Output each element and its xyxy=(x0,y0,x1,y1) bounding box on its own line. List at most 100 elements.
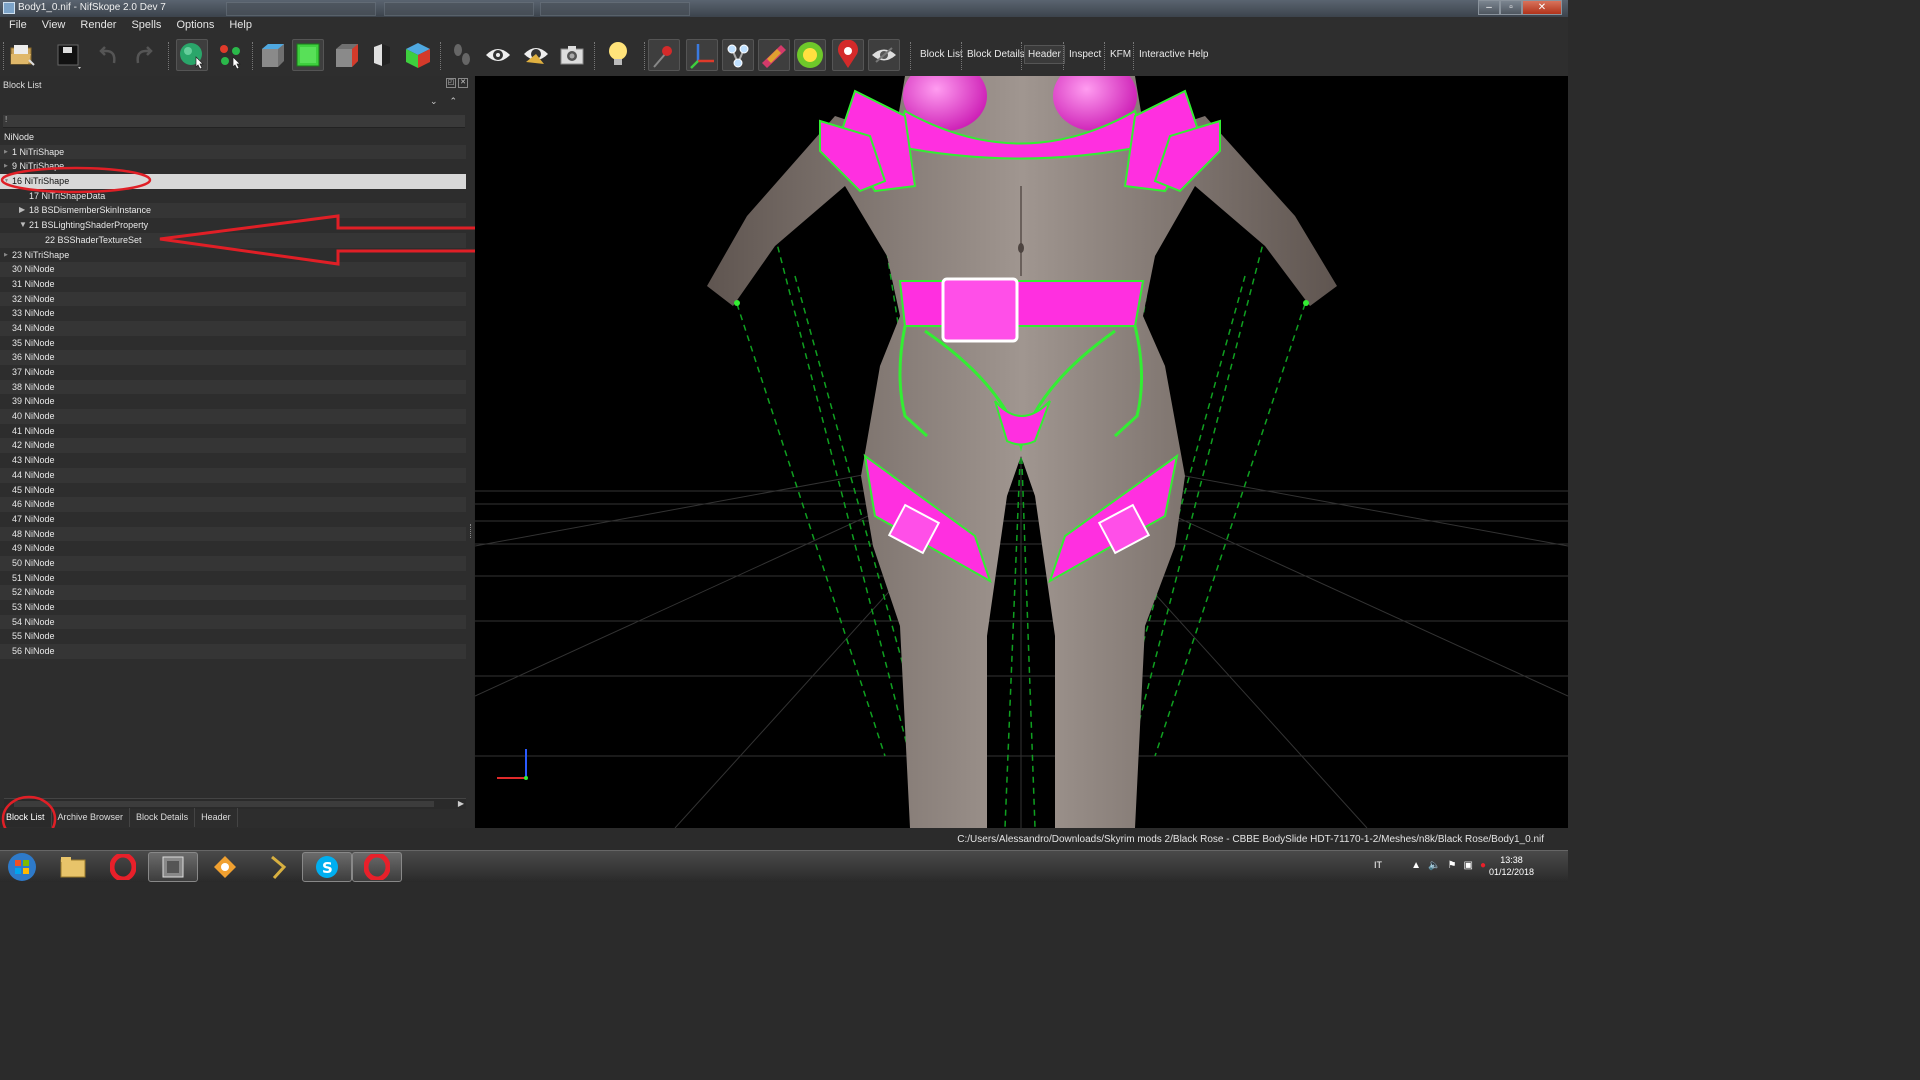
open-icon[interactable] xyxy=(6,39,38,71)
location-icon[interactable] xyxy=(832,39,864,71)
select-object-icon[interactable] xyxy=(176,39,208,71)
dock-splitter[interactable] xyxy=(470,524,474,538)
skype-icon[interactable]: S xyxy=(302,852,352,882)
tree-row[interactable]: 38 NiNode xyxy=(0,379,466,395)
tab-archive-browser[interactable]: Archive Browser xyxy=(52,808,131,827)
tree-row[interactable]: 22 BSShaderTextureSet xyxy=(0,232,466,248)
tree-row[interactable]: 32 NiNode xyxy=(0,291,466,307)
tree-row[interactable]: 39 NiNode xyxy=(0,394,466,409)
volume-icon[interactable]: 🔈 xyxy=(1428,860,1440,871)
toolbar-link-block-details[interactable]: Block Details xyxy=(967,49,1025,60)
opera-icon[interactable] xyxy=(98,852,148,882)
tree-row[interactable]: 31 NiNode xyxy=(0,277,466,292)
chevron-up-icon[interactable]: ▲ xyxy=(1411,860,1421,871)
tree-row[interactable]: 36 NiNode xyxy=(0,350,466,365)
clock[interactable]: 13:38 01/12/2018 xyxy=(1489,854,1534,878)
bodyslide-icon[interactable] xyxy=(200,852,250,882)
block-filter-input[interactable]: ! xyxy=(3,115,465,128)
screenshot-icon[interactable] xyxy=(556,39,588,71)
collapse-arrow-icon[interactable]: ▶ xyxy=(4,248,8,262)
menu-render[interactable]: Render xyxy=(71,17,122,36)
tree-row[interactable]: ▼ 21 BSLightingShaderProperty xyxy=(0,218,466,233)
redo-icon[interactable] xyxy=(128,39,160,71)
undo-icon[interactable] xyxy=(92,39,124,71)
tree-row[interactable]: 52 NiNode xyxy=(0,585,466,600)
tab-header[interactable]: Header xyxy=(195,808,238,827)
collapse-arrow-icon[interactable]: ▶ xyxy=(4,159,8,173)
select-vertex-icon[interactable] xyxy=(214,39,246,71)
toolbar-link-inspect[interactable]: Inspect xyxy=(1069,49,1101,60)
chevron-up-icon[interactable]: ⌃ xyxy=(450,96,458,107)
tab-block-details[interactable]: Block Details xyxy=(130,808,196,827)
tree-row[interactable]: 41 NiNode xyxy=(0,424,466,439)
collapse-arrow-icon[interactable]: ▶ xyxy=(4,145,8,159)
language-indicator[interactable]: IT xyxy=(1374,860,1382,870)
winamp-icon[interactable] xyxy=(254,852,304,882)
tree-row[interactable]: ▶ 9 NiTriShape xyxy=(0,159,466,174)
tree-row[interactable]: 51 NiNode xyxy=(0,571,466,586)
scene-render[interactable] xyxy=(475,76,1568,828)
opera-icon[interactable] xyxy=(352,852,402,882)
visibility-icon[interactable] xyxy=(868,39,900,71)
render-viewport[interactable] xyxy=(475,76,1568,828)
constraints-icon[interactable] xyxy=(722,39,754,71)
scrollbar-thumb[interactable] xyxy=(14,801,434,807)
float-icon[interactable]: ◰ xyxy=(446,78,456,88)
view-flip-icon[interactable] xyxy=(366,39,398,71)
toolbar-link-interactive-help[interactable]: Interactive Help xyxy=(1139,49,1208,60)
tree-row[interactable]: 49 NiNode xyxy=(0,541,466,556)
walk-icon[interactable] xyxy=(446,39,478,71)
tree-row[interactable]: 45 NiNode xyxy=(0,483,466,498)
tab-block-list[interactable]: Block List xyxy=(0,808,52,827)
nifskope-icon[interactable] xyxy=(148,852,198,882)
tree-row[interactable]: 55 NiNode xyxy=(0,629,466,644)
tree-row[interactable]: ▼ 16 NiTriShape xyxy=(0,174,466,189)
menu-spells[interactable]: Spells xyxy=(122,17,167,36)
tree-row[interactable]: 46 NiNode xyxy=(0,497,466,512)
light-sphere-icon[interactable] xyxy=(794,39,826,71)
menu-help[interactable]: Help xyxy=(220,17,258,36)
show-hidden-icon[interactable] xyxy=(482,39,514,71)
tree-row[interactable]: 40 NiNode xyxy=(0,409,466,424)
flag-icon[interactable]: ⚑ xyxy=(1448,860,1457,871)
close-icon[interactable]: ✕ xyxy=(1522,0,1562,15)
expand-arrow-icon[interactable]: ▼ xyxy=(19,218,27,232)
tree-row[interactable]: 43 NiNode xyxy=(0,453,466,468)
menu-file[interactable]: File xyxy=(0,17,33,36)
collapse-arrow-icon[interactable]: ▶ xyxy=(19,203,25,217)
toolbar-link-kfm[interactable]: KFM xyxy=(1110,49,1131,60)
menu-options[interactable]: Options xyxy=(167,17,220,36)
node-pin-icon[interactable] xyxy=(648,39,680,71)
start-icon[interactable] xyxy=(2,852,42,882)
scroll-right-icon[interactable]: ▶ xyxy=(458,799,464,808)
view-side-icon[interactable] xyxy=(330,39,362,71)
tree-row[interactable]: 30 NiNode xyxy=(0,262,466,277)
view-user-icon[interactable] xyxy=(402,39,434,71)
axes-icon[interactable] xyxy=(686,39,718,71)
collision-icon[interactable] xyxy=(758,39,790,71)
toolbar-link-header[interactable]: Header xyxy=(1024,45,1065,64)
network-icon[interactable]: ▣ xyxy=(1464,860,1473,871)
tree-row[interactable]: 33 NiNode xyxy=(0,306,466,321)
toolbar-link-block-list[interactable]: Block List xyxy=(920,49,963,60)
tree-row[interactable]: 53 NiNode xyxy=(0,600,466,615)
close-icon[interactable]: ✕ xyxy=(458,78,468,88)
view-front-icon[interactable] xyxy=(292,39,324,71)
tree-row[interactable]: NiNode xyxy=(0,130,466,145)
save-icon[interactable] xyxy=(52,39,84,71)
tree-row[interactable]: 37 NiNode xyxy=(0,365,466,380)
tree-row[interactable]: ▶ 23 NiTriShape xyxy=(0,248,466,263)
tree-row[interactable]: 17 NiTriShapeData xyxy=(0,189,466,204)
tree-row[interactable]: 44 NiNode xyxy=(0,467,466,483)
tree-row[interactable]: ▶ 18 BSDismemberSkinInstance xyxy=(0,203,466,219)
tree-row[interactable]: 54 NiNode xyxy=(0,614,466,630)
view-top-icon[interactable] xyxy=(256,39,288,71)
tree-row[interactable]: 56 NiNode xyxy=(0,644,466,659)
maximize-icon[interactable]: ▫ xyxy=(1500,0,1522,15)
minimize-icon[interactable]: – xyxy=(1478,0,1500,15)
menu-view[interactable]: View xyxy=(33,17,72,36)
expand-arrow-icon[interactable]: ▼ xyxy=(4,174,9,188)
tree-row[interactable]: 34 NiNode xyxy=(0,320,466,336)
tree-row[interactable]: 47 NiNode xyxy=(0,512,466,527)
chevron-down-icon[interactable]: ⌄ xyxy=(430,96,438,107)
